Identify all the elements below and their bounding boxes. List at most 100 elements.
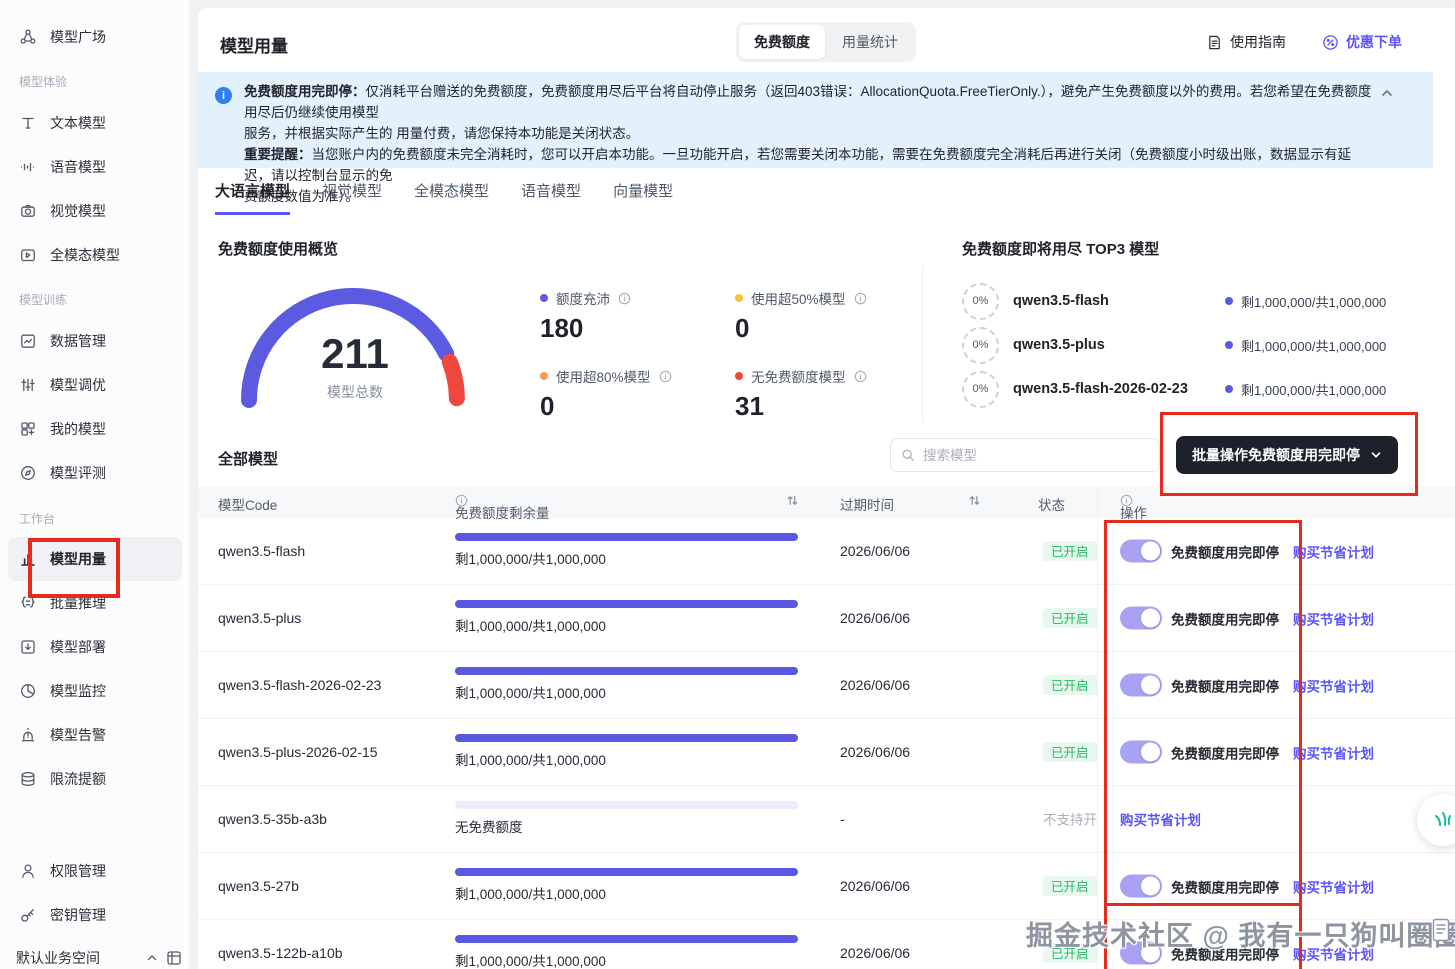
info-circle-icon[interactable] — [659, 370, 672, 383]
corner-doc-icon[interactable] — [1432, 918, 1450, 942]
search-input[interactable] — [923, 447, 1133, 463]
tab-vision[interactable]: 视觉模型 — [322, 180, 382, 215]
sidebar-item-key-management[interactable]: 密钥管理 — [8, 893, 182, 937]
status-text: 不支持开启 — [1043, 812, 1097, 828]
free-tier-stop-toggle[interactable] — [1120, 539, 1162, 563]
buy-saving-plan-link[interactable]: 购买节省计划 — [1293, 541, 1374, 561]
model-code: qwen3.5-35b-a3b — [218, 811, 327, 827]
watermark: 掘金技术社区 @ 我有一只狗叫圈圈 — [1026, 921, 1455, 951]
assistant-icon — [1435, 812, 1451, 826]
usage-guide-link[interactable]: 使用指南 — [1206, 32, 1286, 52]
overview-title: 免费额度使用概览 — [218, 241, 339, 258]
sidebar-item-omni-model[interactable]: 全模态模型 — [8, 233, 182, 277]
tab-llm[interactable]: 大语言模型 — [215, 180, 291, 215]
speech-model-icon — [19, 158, 37, 176]
discount-order-link[interactable]: 优惠下单 — [1322, 32, 1402, 52]
model-total-value: 211 — [321, 330, 389, 377]
table-row: qwen3.5-flash 剩1,000,000/共1,000,000 2026… — [198, 518, 1455, 585]
free-tier-stop-toggle[interactable] — [1120, 673, 1162, 697]
sidebar-item-speech-model[interactable]: 语音模型 — [8, 145, 182, 189]
model-code: qwen3.5-flash — [218, 543, 306, 559]
tab-embedding[interactable]: 向量模型 — [613, 180, 673, 215]
toggle-label: 免费额度用完即停 — [1171, 746, 1279, 761]
banner-collapse-icon[interactable] — [1380, 86, 1394, 100]
sidebar-item-model-alert[interactable]: 模型告警 — [8, 713, 182, 757]
sidebar-item-text-model[interactable]: 文本模型 — [8, 101, 182, 145]
document-icon — [1206, 34, 1223, 51]
model-eval-icon — [19, 464, 37, 482]
tab-speech[interactable]: 语音模型 — [521, 180, 581, 215]
all-models-title: 全部模型 — [218, 451, 279, 468]
buy-saving-plan-link[interactable]: 购买节省计划 — [1293, 742, 1374, 762]
workspace-switcher[interactable]: 默认业务空间 — [16, 948, 182, 968]
table-header: 模型Code 免费额度剩余量 过期时间 状态 操作 — [198, 486, 1455, 521]
segment-usage-stats[interactable]: 用量统计 — [827, 25, 913, 59]
buy-saving-plan-link[interactable]: 购买节省计划 — [1293, 675, 1374, 695]
sidebar-item-label: 模型广场 — [50, 29, 106, 45]
col-quota-remaining: 免费额度剩余量 — [455, 494, 550, 521]
sidebar-item-model-usage[interactable]: 模型用量 — [8, 537, 182, 581]
buy-saving-plan-link[interactable]: 购买节省计划 — [1120, 809, 1201, 829]
info-circle-icon[interactable] — [854, 292, 867, 305]
tab-omni[interactable]: 全模态模型 — [414, 180, 489, 215]
model-table: qwen3.5-flash 剩1,000,000/共1,000,000 2026… — [198, 518, 1455, 969]
sidebar-item-model-tuning[interactable]: 模型调优 — [8, 363, 182, 407]
overview-divider — [922, 266, 923, 422]
permission-icon — [19, 862, 37, 880]
chevron-down-icon — [1370, 449, 1382, 461]
segment-free-quota[interactable]: 免费额度 — [739, 25, 825, 59]
free-tier-stop-toggle[interactable] — [1120, 740, 1162, 764]
toggle-label: 免费额度用完即停 — [1171, 612, 1279, 627]
top3-title: 免费额度即将用尽 TOP3 模型 — [962, 241, 1160, 258]
model-code: qwen3.5-plus-2026-02-15 — [218, 744, 378, 760]
sidebar-item-model-deploy[interactable]: 模型部署 — [8, 625, 182, 669]
sidebar-item-data-management[interactable]: 数据管理 — [8, 319, 182, 363]
status-badge: 已开启 — [1043, 742, 1097, 762]
model-alert-icon — [19, 726, 37, 744]
sidebar-group-training: 模型训练 — [19, 293, 68, 307]
sidebar-item-my-models[interactable]: 我的模型 — [8, 407, 182, 451]
sidebar-item-model-monitor[interactable]: 模型监控 — [8, 669, 182, 713]
status-badge: 已开启 — [1043, 675, 1097, 695]
toggle-label: 免费额度用完即停 — [1171, 679, 1279, 694]
view-segmented-control: 免费额度 用量统计 — [736, 22, 916, 62]
info-circle-icon[interactable] — [618, 292, 631, 305]
model-usage-icon — [19, 550, 37, 568]
percent-ring-icon: 0% — [962, 282, 999, 320]
table-row: qwen3.5-35b-a3b 无免费额度 - 不支持开启 购买节省计划 — [198, 786, 1455, 853]
sidebar-item-vision-model[interactable]: 视觉模型 — [8, 189, 182, 233]
sidebar-item-rate-limit[interactable]: 限流提额 — [8, 757, 182, 801]
status-badge: 已开启 — [1043, 541, 1097, 561]
table-row: qwen3.5-plus 剩1,000,000/共1,000,000 2026/… — [198, 585, 1455, 652]
stat-over-80: 使用超80%模型 0 — [540, 366, 730, 422]
rate-limit-icon — [19, 770, 37, 788]
purple-dot-icon — [1225, 341, 1233, 349]
sidebar-item-model-plaza[interactable]: 模型广场 — [8, 15, 182, 59]
buy-saving-plan-link[interactable]: 购买节省计划 — [1293, 608, 1374, 628]
batch-operation-button[interactable]: 批量操作免费额度用完即停 — [1176, 436, 1398, 474]
top3-item: 0% qwen3.5-flash-2026-02-23 剩1,000,000/共… — [962, 369, 1402, 409]
info-icon: i — [215, 87, 232, 104]
buy-saving-plan-link[interactable]: 购买节省计划 — [1293, 876, 1374, 896]
free-tier-stop-toggle[interactable] — [1120, 874, 1162, 898]
table-row: qwen3.5-27b 剩1,000,000/共1,000,000 2026/0… — [198, 853, 1455, 920]
stat-over-50: 使用超50%模型 0 — [735, 288, 925, 344]
sort-icon[interactable] — [968, 494, 981, 507]
stat-quota-sufficient: 额度充沛 180 — [540, 288, 730, 344]
discount-badge-icon — [1322, 34, 1339, 51]
purple-dot-icon — [1225, 385, 1233, 393]
sidebar-item-batch-inference[interactable]: 批量推理 — [8, 581, 182, 625]
sort-icon[interactable] — [786, 494, 799, 507]
sidebar: 模型广场 模型体验 文本模型 语音模型 视觉模型 全模态模型 模型训练 数据管理… — [0, 0, 190, 969]
action-column-divider — [1097, 486, 1098, 969]
free-tier-stop-toggle[interactable] — [1120, 606, 1162, 630]
col-expire: 过期时间 — [840, 498, 894, 513]
sidebar-item-model-eval[interactable]: 模型评测 — [8, 451, 182, 495]
sidebar-group-workspace: 工作台 — [19, 512, 56, 526]
omni-model-icon — [19, 246, 37, 264]
table-row: qwen3.5-flash-2026-02-23 剩1,000,000/共1,0… — [198, 652, 1455, 719]
info-circle-icon[interactable] — [854, 370, 867, 383]
percent-ring-icon: 0% — [962, 326, 999, 364]
status-badge: 已开启 — [1043, 608, 1097, 628]
sidebar-item-permission[interactable]: 权限管理 — [8, 849, 182, 893]
